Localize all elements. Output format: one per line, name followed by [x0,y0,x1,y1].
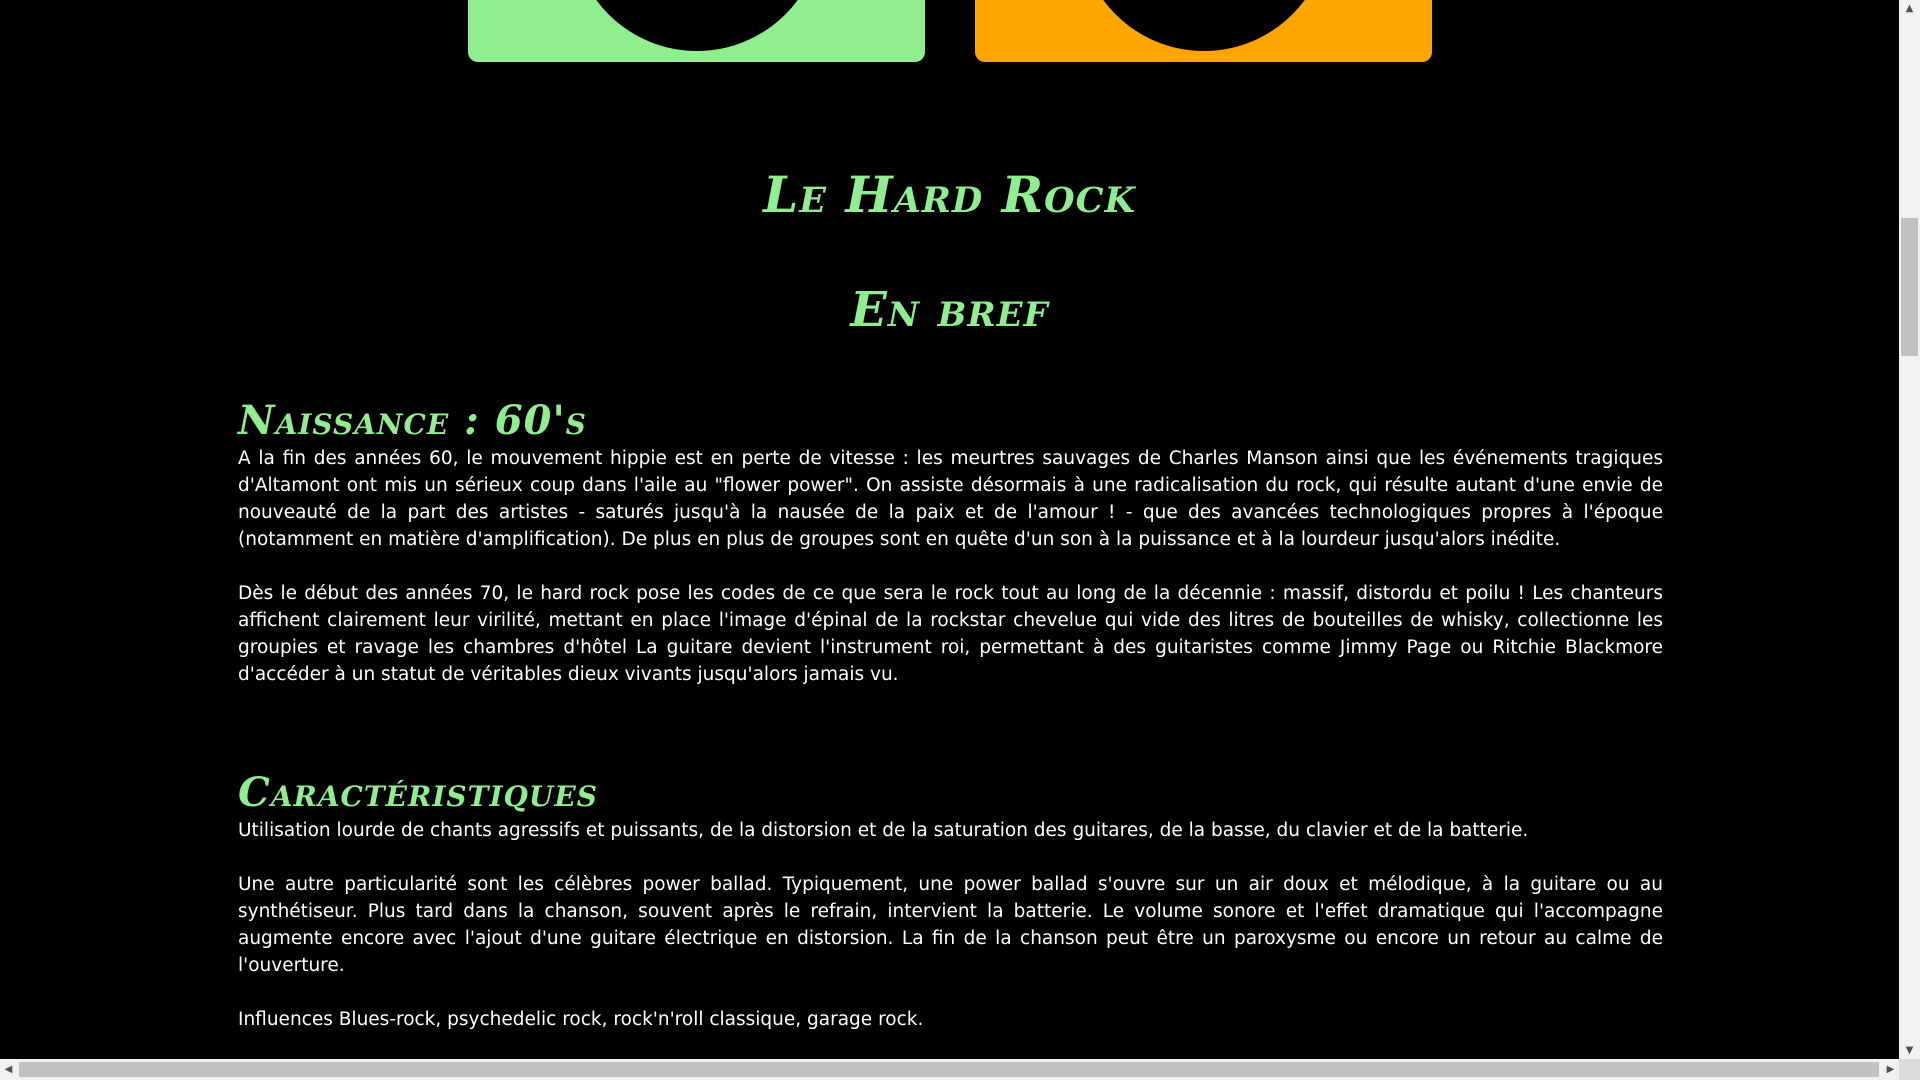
page-title: Le Hard Rock [763,165,1136,224]
section-paragraph: Utilisation lourde de chants agressifs e… [238,820,1529,841]
page-subtitle: En bref [850,282,1049,338]
vinyl-disc-image [1078,0,1329,51]
section-naissance: Naissance : 60's A la fin des années 60,… [238,397,1663,715]
vertical-scrollbar[interactable]: ▲ ▼ [1899,0,1920,1059]
section-paragraph: Une autre particularité sont les célèbre… [238,874,1663,976]
vinyl-disc-image [571,0,822,51]
page-viewport: Le Hard Rock En bref Naissance : 60's A … [0,0,1899,1059]
scroll-down-icon[interactable]: ▼ [1899,1042,1920,1059]
section-heading: Caractéristiques [238,769,598,816]
scroll-right-icon[interactable]: ▶ [1882,1059,1899,1080]
section-paragraph: Dès le début des années 70, le hard rock… [238,583,1663,685]
genre-card-green[interactable] [468,0,925,62]
horizontal-scrollbar-thumb[interactable] [19,1062,1879,1077]
section-heading: Naissance : 60's [238,397,587,444]
section-paragraph: A la fin des années 60, le mouvement hip… [238,448,1663,550]
genre-card-orange[interactable] [975,0,1432,62]
horizontal-scrollbar[interactable]: ◀ ▶ [0,1059,1899,1080]
scroll-up-icon[interactable]: ▲ [1899,0,1920,17]
scroll-left-icon[interactable]: ◀ [0,1059,17,1080]
scrollbar-corner [1899,1059,1920,1080]
section-paragraph: Influences Blues-rock, psychedelic rock,… [238,1009,924,1030]
vertical-scrollbar-thumb[interactable] [1901,218,1918,356]
section-caracteristiques: Caractéristiques Utilisation lourde de c… [238,769,1663,1059]
